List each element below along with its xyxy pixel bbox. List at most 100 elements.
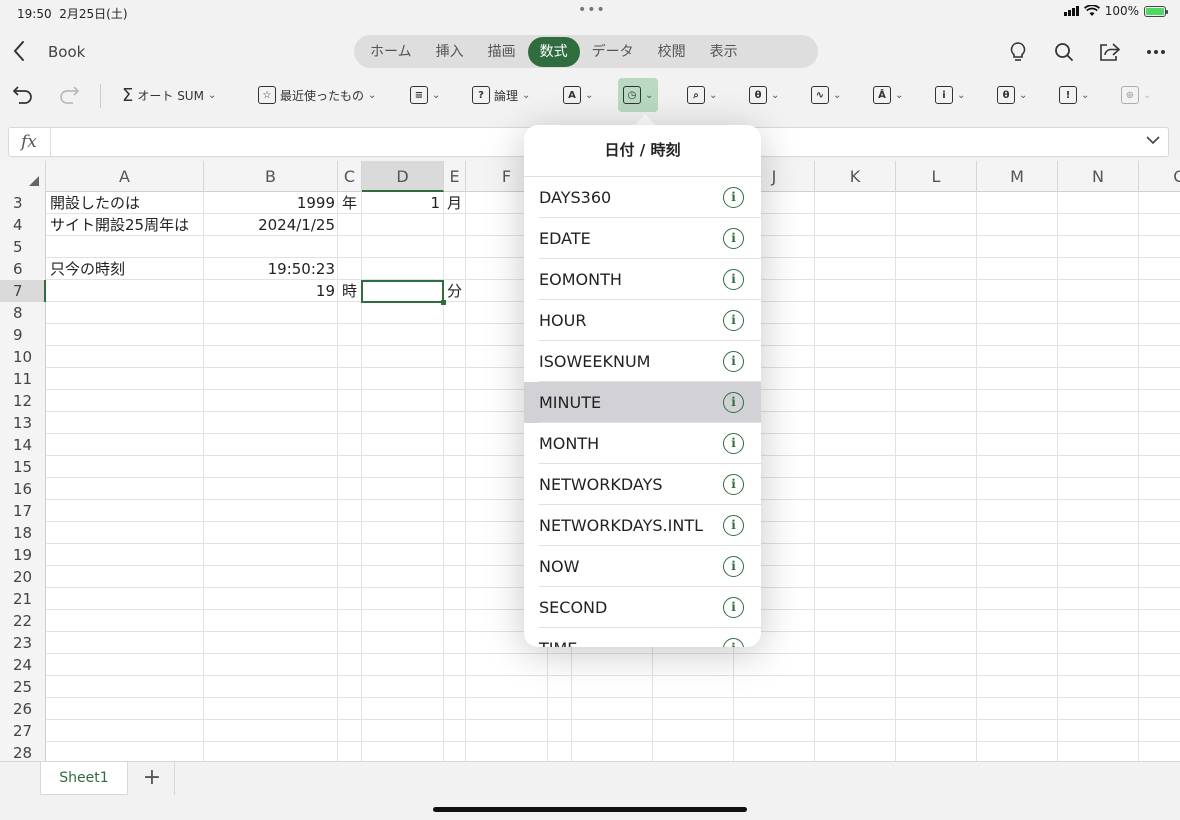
row-header-selected[interactable]: 7 <box>0 280 46 302</box>
function-item-month[interactable]: MONTH i <box>524 423 761 464</box>
row-header[interactable]: 19 <box>0 544 46 566</box>
row-header[interactable]: 10 <box>0 346 46 368</box>
row-header[interactable]: 26 <box>0 698 46 720</box>
info-icon[interactable]: i <box>723 351 744 372</box>
cell-b6[interactable]: 19:50:23 <box>204 258 335 280</box>
column-header-d[interactable]: D <box>362 161 444 192</box>
cell-b7[interactable]: 19 <box>204 280 335 302</box>
column-header-a[interactable]: A <box>46 161 204 192</box>
cell-b4[interactable]: 2024/1/25 <box>204 214 335 236</box>
info-icon[interactable]: i <box>723 310 744 331</box>
function-item-minute[interactable]: MINUTE i <box>524 382 761 423</box>
row-header[interactable]: 12 <box>0 390 46 412</box>
tab-view[interactable]: 表示 <box>698 37 750 67</box>
web-functions-button[interactable]: ⊕ ⌄ <box>1121 78 1151 112</box>
math-functions-button[interactable]: θ ⌄ <box>749 78 779 112</box>
function-item-days360[interactable]: DAYS360 i <box>524 177 761 218</box>
info-icon[interactable]: i <box>723 187 744 208</box>
lookup-functions-button[interactable]: ⌕ ⌄ <box>687 78 717 112</box>
undo-button[interactable] <box>12 78 34 112</box>
row-header[interactable]: 22 <box>0 610 46 632</box>
info-icon[interactable]: i <box>723 392 744 413</box>
column-header-b[interactable]: B <box>204 161 338 192</box>
function-item-networkdays[interactable]: NETWORKDAYS i <box>524 464 761 505</box>
function-item-second[interactable]: SECOND i <box>524 587 761 628</box>
tab-draw[interactable]: 描画 <box>476 37 528 67</box>
date-time-functions-button[interactable]: ◷ ⌄ <box>618 78 659 112</box>
function-item-edate[interactable]: EDATE i <box>524 218 761 259</box>
home-indicator[interactable] <box>433 807 747 812</box>
column-header-k[interactable]: K <box>815 161 896 192</box>
row-header[interactable]: 11 <box>0 368 46 390</box>
function-item-now[interactable]: NOW i <box>524 546 761 587</box>
select-all-corner[interactable] <box>0 161 46 192</box>
redo-button[interactable] <box>58 78 80 112</box>
row-header[interactable]: 20 <box>0 566 46 588</box>
tab-home[interactable]: ホーム <box>358 37 424 67</box>
multitasking-dots-icon[interactable]: ••• <box>578 2 606 18</box>
column-header-e[interactable]: E <box>444 161 466 192</box>
document-title[interactable]: Book <box>48 43 85 61</box>
function-item-hour[interactable]: HOUR i <box>524 300 761 341</box>
logical-functions-button[interactable]: ? 論理 ⌄ <box>472 78 530 112</box>
function-item-time[interactable]: TIME i <box>524 628 761 647</box>
row-header[interactable]: 24 <box>0 654 46 676</box>
row-header[interactable]: 18 <box>0 522 46 544</box>
cell-e3[interactable]: 月 <box>447 192 462 214</box>
compatibility-functions-button[interactable]: ! ⌄ <box>1059 78 1089 112</box>
tab-formulas[interactable]: 数式 <box>527 36 580 67</box>
row-header[interactable]: 6 <box>0 258 46 280</box>
function-item-networkdays-intl[interactable]: NETWORKDAYS.INTL i <box>524 505 761 546</box>
cell-c3[interactable]: 年 <box>342 192 357 214</box>
expand-chevron-icon[interactable] <box>1146 134 1160 148</box>
information-functions-button[interactable]: i ⌄ <box>935 78 965 112</box>
text-functions-button[interactable]: A ⌄ <box>563 78 593 112</box>
function-item-isoweeknum[interactable]: ISOWEEKNUM i <box>524 341 761 382</box>
info-icon[interactable]: i <box>723 556 744 577</box>
column-header-n[interactable]: N <box>1058 161 1139 192</box>
search-icon[interactable] <box>1052 40 1076 64</box>
cell-a3[interactable]: 開設したのは <box>50 192 140 214</box>
tab-review[interactable]: 校閲 <box>646 37 698 67</box>
more-icon[interactable] <box>1144 40 1168 64</box>
column-header-c[interactable]: C <box>338 161 362 192</box>
lightbulb-icon[interactable] <box>1006 40 1030 64</box>
cell-c7[interactable]: 時 <box>342 280 357 302</box>
cell-b3[interactable]: 1999 <box>204 192 335 214</box>
financial-functions-button[interactable]: ≡ ⌄ <box>410 78 440 112</box>
row-header[interactable]: 14 <box>0 434 46 456</box>
function-item-eomonth[interactable]: EOMONTH i <box>524 259 761 300</box>
info-icon[interactable]: i <box>723 474 744 495</box>
cell-a4[interactable]: サイト開設25周年は <box>50 214 189 236</box>
info-icon[interactable]: i <box>723 269 744 290</box>
row-header[interactable]: 28 <box>0 742 46 761</box>
row-header[interactable]: 13 <box>0 412 46 434</box>
active-cell-d7[interactable] <box>361 280 446 305</box>
cell-a6[interactable]: 只今の時刻 <box>50 258 125 280</box>
tab-data[interactable]: データ <box>580 37 646 67</box>
row-header[interactable]: 15 <box>0 456 46 478</box>
row-header[interactable]: 23 <box>0 632 46 654</box>
info-icon[interactable]: i <box>723 638 744 647</box>
row-header[interactable]: 9 <box>0 324 46 346</box>
info-icon[interactable]: i <box>723 433 744 454</box>
column-header-o[interactable]: O <box>1139 161 1180 192</box>
info-icon[interactable]: i <box>723 228 744 249</box>
info-icon[interactable]: i <box>723 515 744 536</box>
cell-d3[interactable]: 1 <box>362 192 440 214</box>
row-header[interactable]: 27 <box>0 720 46 742</box>
info-icon[interactable]: i <box>723 597 744 618</box>
tab-insert[interactable]: 挿入 <box>424 37 476 67</box>
column-header-l[interactable]: L <box>896 161 977 192</box>
sheet-tab[interactable]: Sheet1 <box>40 762 128 795</box>
recent-functions-button[interactable]: ☆ 最近使ったもの ⌄ <box>258 78 376 112</box>
row-header[interactable]: 5 <box>0 236 46 258</box>
row-header[interactable]: 16 <box>0 478 46 500</box>
statistical-functions-button[interactable]: ∿ ⌄ <box>811 78 841 112</box>
add-sheet-button[interactable]: + <box>140 766 164 790</box>
cell-e7[interactable]: 分 <box>447 280 462 302</box>
row-header[interactable]: 4 <box>0 214 46 236</box>
row-header[interactable]: 21 <box>0 588 46 610</box>
row-header[interactable]: 25 <box>0 676 46 698</box>
autosum-button[interactable]: Σ オート SUM ⌄ <box>122 78 216 112</box>
